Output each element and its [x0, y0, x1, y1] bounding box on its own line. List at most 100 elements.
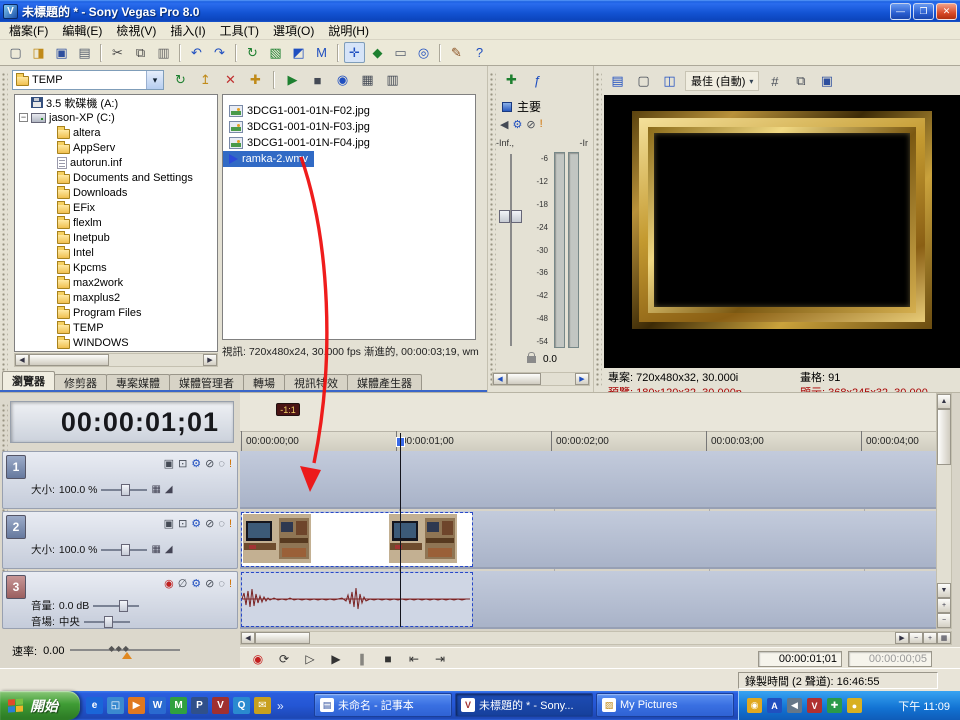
- time-ruler[interactable]: -1:1 00:00:00;0000:00:01;0000:00:02;0000…: [240, 393, 936, 451]
- zoom-in-vertical-button[interactable]: +: [937, 598, 951, 613]
- zoom-out-button[interactable]: −: [909, 632, 923, 644]
- grid-icon[interactable]: ▦: [151, 544, 160, 556]
- taskbar-task-mypictures[interactable]: ▨ My Pictures: [596, 693, 734, 717]
- quick-launch-vegas-icon[interactable]: V: [212, 697, 229, 714]
- quick-launch-word-icon[interactable]: W: [149, 697, 166, 714]
- stop-button[interactable]: ■: [376, 650, 400, 668]
- tray-display-icon[interactable]: ◉: [747, 698, 762, 713]
- tree-expander[interactable]: −: [19, 113, 28, 122]
- scroll-right-icon[interactable]: ▶: [203, 354, 217, 366]
- restore-button[interactable]: ❐: [913, 3, 934, 20]
- compositing-mode-icon[interactable]: ▣: [164, 518, 174, 530]
- media-manager-icon[interactable]: ▥: [382, 70, 403, 91]
- track-level-slider[interactable]: [101, 484, 147, 496]
- file-item[interactable]: 3DCG1-001-01N-F02.jpg: [223, 103, 376, 119]
- minimize-button[interactable]: —: [890, 3, 911, 20]
- invert-phase-icon[interactable]: ∅: [178, 578, 188, 590]
- tree-item[interactable]: Kpcms: [15, 260, 217, 275]
- play-button[interactable]: ▶: [324, 650, 348, 668]
- refresh-icon[interactable]: ↻: [170, 70, 191, 91]
- bypass-icon[interactable]: ⊘: [205, 578, 214, 590]
- track-1-lane[interactable]: [240, 451, 936, 509]
- selection-edit-tool-icon[interactable]: ▭: [390, 42, 411, 63]
- tree-item[interactable]: TEMP: [15, 320, 217, 335]
- menu-item[interactable]: 編輯(E): [55, 22, 109, 39]
- external-monitor-icon[interactable]: ▢: [633, 71, 654, 92]
- go-to-end-button[interactable]: ⇥: [428, 650, 452, 668]
- track-size-value[interactable]: 100.0 %: [59, 544, 98, 556]
- scroll-thumb[interactable]: [507, 373, 541, 385]
- tree-item[interactable]: 3.5 軟碟機 (A:): [15, 95, 217, 110]
- track-header-1[interactable]: 1 ▣⊡⚙⊘◌! 大小: 100.0 % ▦ ◢: [2, 451, 238, 509]
- stop-preview-icon[interactable]: ■: [307, 70, 328, 91]
- track-level-slider[interactable]: [101, 544, 147, 556]
- dock-grip[interactable]: [1, 72, 8, 386]
- dock-tab[interactable]: 媒體管理者: [169, 374, 244, 390]
- tray-vegas-icon[interactable]: V: [807, 698, 822, 713]
- track-number[interactable]: 1: [6, 455, 26, 479]
- start-button[interactable]: 開始: [0, 691, 80, 720]
- track-header-3[interactable]: 3 ◉∅⚙⊘◌! 音量: 0.0 dB 音場: 中央: [2, 571, 238, 629]
- zoom-edit-tool-icon[interactable]: ◎: [413, 42, 434, 63]
- copy-snapshot-icon[interactable]: ⧉: [790, 71, 811, 92]
- whats-this-help-icon[interactable]: ?: [469, 42, 490, 63]
- zoom-tool-button[interactable]: ▦: [937, 632, 951, 644]
- delete-icon[interactable]: ✕: [220, 70, 241, 91]
- scroll-up-icon[interactable]: ▲: [937, 394, 951, 409]
- quick-launch-photoshop-icon[interactable]: P: [191, 697, 208, 714]
- lock-icon[interactable]: [527, 356, 536, 363]
- audio-event[interactable]: [242, 573, 472, 626]
- scroll-left-icon[interactable]: ◀: [15, 354, 29, 366]
- track-3-lane[interactable]: [240, 571, 936, 629]
- new-project-icon[interactable]: ▢: [5, 42, 26, 63]
- start-preview-icon[interactable]: ▶: [282, 70, 303, 91]
- tree-item[interactable]: Inetpub: [15, 230, 217, 245]
- title-bar[interactable]: V 未標題的 * - Sony Vegas Pro 8.0 — ❐ ✕: [0, 0, 960, 22]
- track-fx-icon[interactable]: ⚙: [191, 458, 201, 470]
- automation-settings-icon[interactable]: ▧: [265, 42, 286, 63]
- up-one-level-icon[interactable]: ↥: [195, 70, 216, 91]
- track-header-2[interactable]: 2 ▣⊡⚙⊘◌! 大小: 100.0 % ▦ ◢: [2, 511, 238, 569]
- overlay-grid-icon[interactable]: #: [764, 71, 785, 92]
- cut-icon[interactable]: ✂: [107, 42, 128, 63]
- dock-tab[interactable]: 修剪器: [54, 374, 107, 390]
- fader-handle-left[interactable]: [499, 210, 510, 223]
- tree-item[interactable]: EFix: [15, 200, 217, 215]
- quick-launch-show-desktop-icon[interactable]: ◱: [107, 697, 124, 714]
- track-size-value[interactable]: 100.0 %: [59, 484, 98, 496]
- track-number[interactable]: 2: [6, 515, 26, 539]
- scroll-left-icon[interactable]: ◀: [493, 373, 507, 385]
- rate-marker[interactable]: [122, 652, 132, 659]
- tray-volume-icon[interactable]: ◀: [787, 698, 802, 713]
- track-pan-value[interactable]: 中央: [59, 614, 80, 629]
- tree-item[interactable]: Intel: [15, 245, 217, 260]
- undo-icon[interactable]: ↶: [186, 42, 207, 63]
- scroll-left-icon[interactable]: ◀: [241, 632, 255, 644]
- new-folder-icon[interactable]: ✚: [245, 70, 266, 91]
- tree-item[interactable]: Program Files: [15, 305, 217, 320]
- master-fader[interactable]: [498, 152, 524, 348]
- insert-bus-icon[interactable]: ✚: [501, 70, 522, 91]
- create-loop-region-icon[interactable]: ↻: [242, 42, 263, 63]
- tree-item[interactable]: WINDOWS: [15, 335, 217, 350]
- pan-slider[interactable]: [84, 616, 130, 628]
- scroll-down-icon[interactable]: ▼: [937, 583, 951, 598]
- play-from-start-button[interactable]: ▷: [298, 650, 322, 668]
- tray-update-icon[interactable]: ●: [847, 698, 862, 713]
- tray-msn-icon[interactable]: ✚: [827, 698, 842, 713]
- scroll-thumb[interactable]: [937, 409, 951, 465]
- quick-launch-quicktime-icon[interactable]: Q: [233, 697, 250, 714]
- file-item[interactable]: 3DCG1-001-01N-F04.jpg: [223, 135, 376, 151]
- tree-item[interactable]: AppServ: [15, 140, 217, 155]
- file-item[interactable]: ramka-2.wmv: [223, 151, 314, 167]
- tree-item[interactable]: altera: [15, 125, 217, 140]
- dock-tab[interactable]: 專案媒體: [106, 374, 170, 390]
- save-snapshot-icon[interactable]: ▣: [816, 71, 837, 92]
- quick-launch-overflow-icon[interactable]: »: [277, 699, 284, 713]
- volume-slider[interactable]: [93, 600, 139, 612]
- preview-quality-dropdown[interactable]: 最佳 (自動) ▾: [685, 71, 759, 91]
- record-button[interactable]: ◉: [246, 650, 270, 668]
- mute-icon[interactable]: ◌: [218, 578, 225, 590]
- dock-grip[interactable]: [489, 72, 496, 386]
- insert-assignable-fx-icon[interactable]: ƒ: [527, 70, 548, 91]
